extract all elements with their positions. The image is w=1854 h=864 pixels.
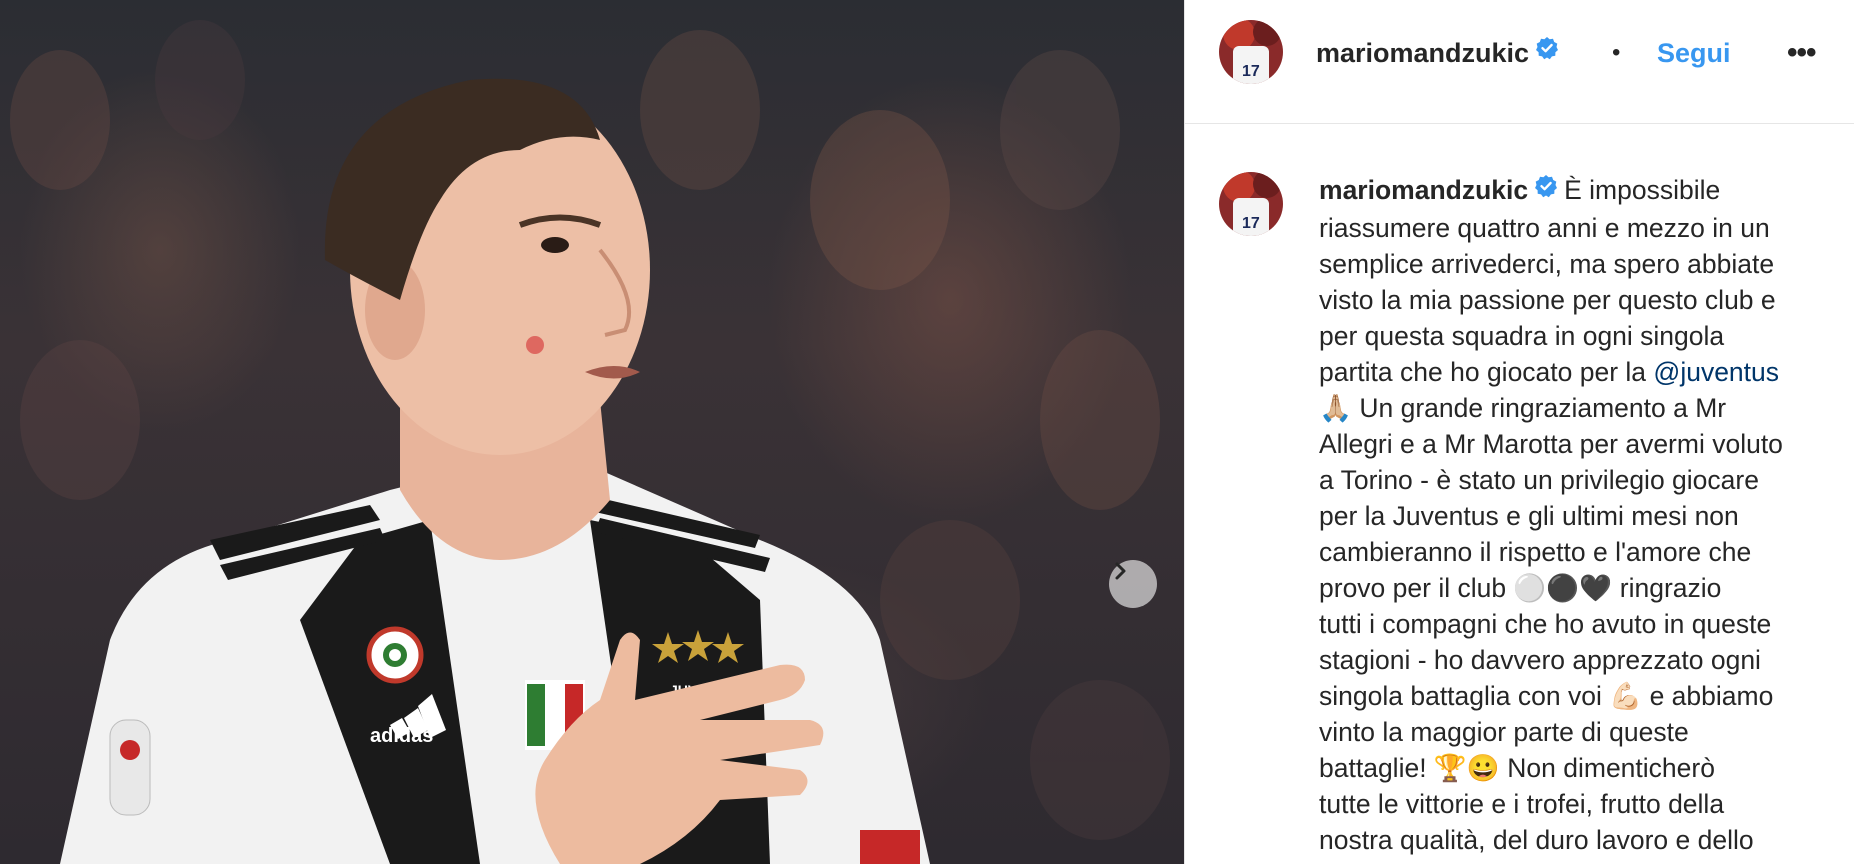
- mention-link[interactable]: @juventus: [1653, 357, 1779, 387]
- post-photo[interactable]: JUVENTUS adidas: [0, 0, 1184, 864]
- brand-text: adidas: [370, 725, 433, 747]
- avatar[interactable]: 17: [1219, 172, 1283, 236]
- chevron-right-icon: [1115, 562, 1126, 580]
- next-photo-button[interactable]: [1109, 560, 1157, 608]
- verified-badge-icon: [1534, 171, 1558, 207]
- username-text[interactable]: mariomandzukic: [1316, 38, 1529, 68]
- caption-comment: 17 mariomandzukic È impossibile riassumer…: [1185, 124, 1854, 864]
- separator-dot: •: [1612, 39, 1621, 66]
- avatar-image-icon: 17: [1219, 20, 1283, 84]
- caption-username[interactable]: mariomandzukic: [1319, 175, 1528, 205]
- avatar-image-icon: 17: [1219, 172, 1283, 236]
- avatar-number: 17: [1242, 63, 1260, 80]
- more-options-button[interactable]: •••: [1787, 36, 1816, 70]
- verified-badge-icon: [1535, 36, 1559, 67]
- caption-text: mariomandzukic È impossibile riassumere q…: [1319, 172, 1831, 858]
- caption-body-part2: 🙏🏼 Un grande ringraziamento a Mr Allegri…: [1319, 393, 1783, 855]
- avatar-number: 17: [1242, 215, 1260, 232]
- avatar[interactable]: 17: [1219, 20, 1283, 84]
- post-sidebar: 17 mariomandzukic • Segui ••• 17 marioma…: [1184, 0, 1854, 864]
- post-header: 17 mariomandzukic • Segui •••: [1185, 0, 1854, 124]
- follow-button[interactable]: Segui: [1657, 38, 1731, 69]
- player-illustration: JUVENTUS adidas: [10, 20, 1170, 864]
- header-username[interactable]: mariomandzukic: [1316, 36, 1559, 70]
